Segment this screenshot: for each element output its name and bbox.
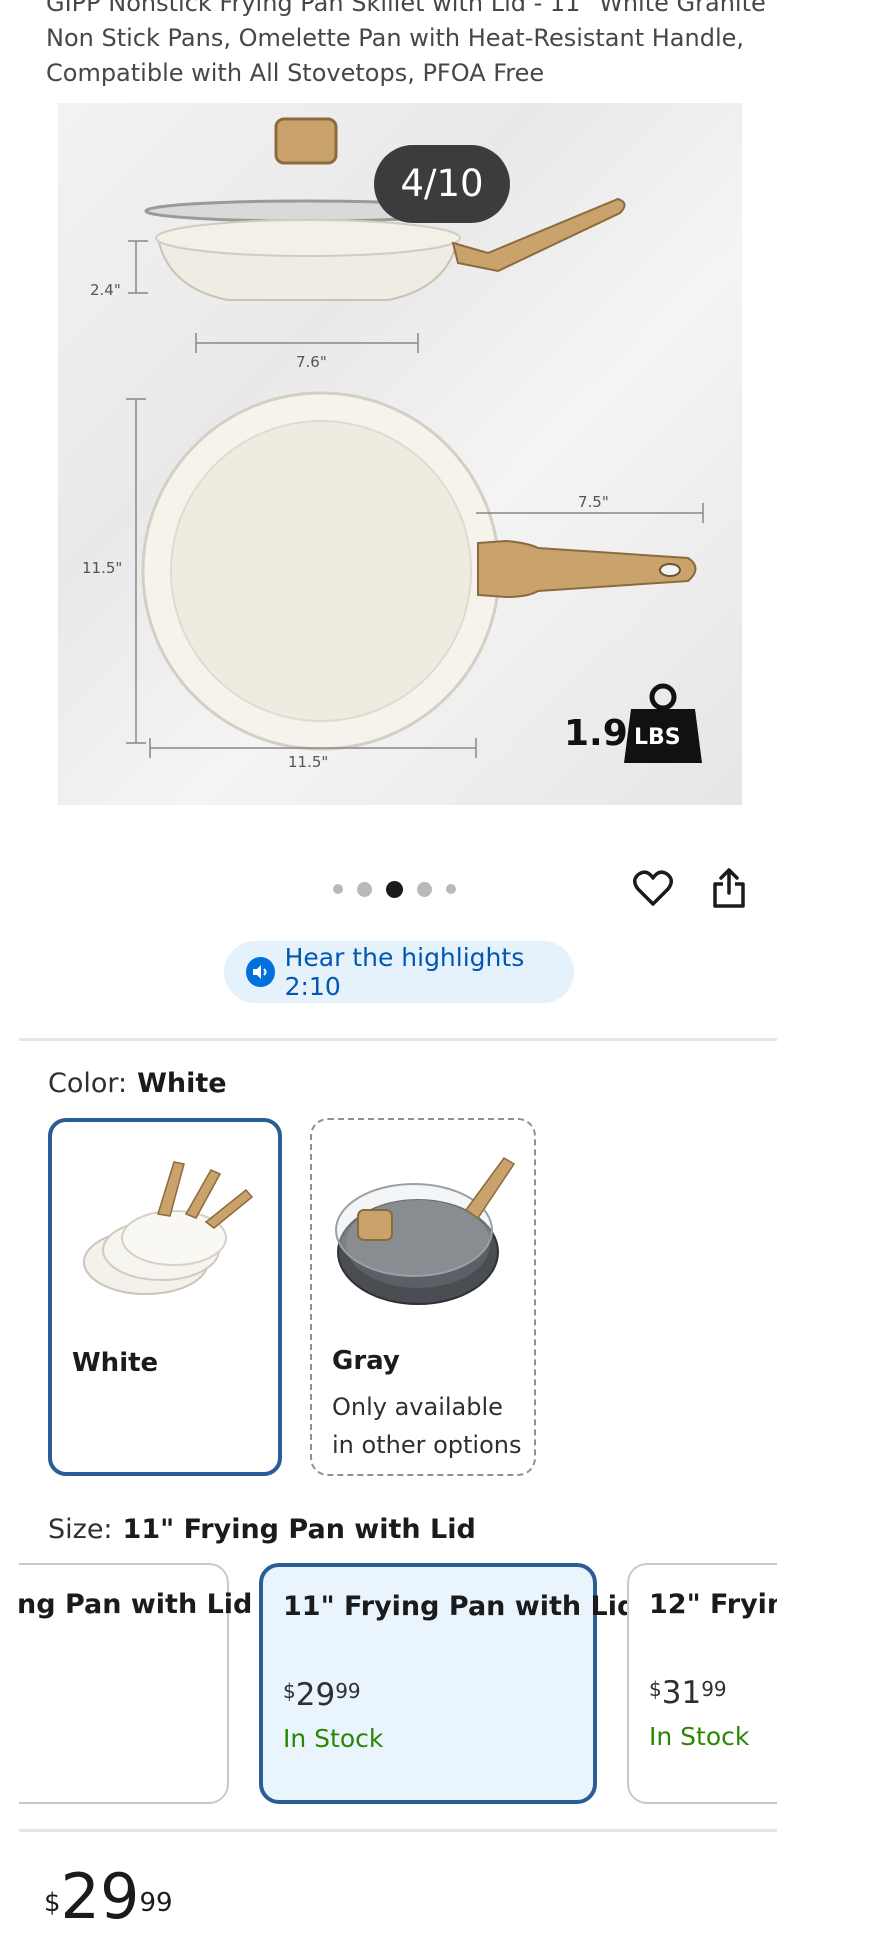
size-selected-value: 11" Frying Pan with Lid xyxy=(122,1514,476,1545)
product-title: GIPP Nonstick Frying Pan Skillet with Li… xyxy=(46,0,766,87)
size-label-text: Size: xyxy=(48,1514,113,1545)
size-option-price: $2999 xyxy=(283,1677,361,1713)
divider xyxy=(19,1829,777,1832)
stock-status: In Stock xyxy=(283,1724,384,1753)
size-option-name: 11" Frying Pan with Lid xyxy=(283,1591,637,1622)
share-icon xyxy=(713,868,745,908)
dimension-label-handle: 7.5" xyxy=(578,493,609,511)
color-option-white[interactable]: White xyxy=(48,1118,282,1476)
size-label: Size: 11" Frying Pan with Lid xyxy=(48,1514,476,1545)
dimension-label-bottom: 11.5" xyxy=(288,753,329,771)
price-cents: 99 xyxy=(701,1677,727,1701)
price-dollars: 29 xyxy=(295,1677,336,1713)
speaker-icon xyxy=(246,957,275,987)
currency-symbol: $ xyxy=(44,1888,61,1918)
carousel-dot[interactable] xyxy=(446,884,456,894)
size-option[interactable]: ng Pan with Lid xyxy=(19,1563,252,1804)
white-pans-thumbnail xyxy=(83,1161,254,1295)
color-label: Color: White xyxy=(48,1068,227,1099)
size-option-name: 12" Frying xyxy=(649,1589,777,1620)
favorite-button[interactable] xyxy=(629,864,677,912)
image-counter: 4/10 xyxy=(374,145,510,223)
hear-highlights-label: Hear the highlights 2:10 xyxy=(284,943,525,1001)
color-label-text: Color: xyxy=(48,1068,128,1099)
hear-highlights-button[interactable]: Hear the highlights 2:10 xyxy=(224,941,574,1003)
size-option-selected[interactable]: 11" Frying Pan with Lid $2999 In Stock xyxy=(259,1563,636,1804)
size-option-name: ng Pan with Lid xyxy=(19,1589,253,1620)
dimension-label-base: 7.6" xyxy=(296,353,327,371)
price-cents: 99 xyxy=(335,1679,361,1703)
product-price: $2999 xyxy=(44,1862,173,1932)
carousel-dot-active[interactable] xyxy=(386,880,403,898)
price-dollars: 31 xyxy=(661,1675,702,1711)
color-selected-value: White xyxy=(137,1068,227,1099)
carousel-dot[interactable] xyxy=(333,884,343,894)
color-option-gray[interactable]: Gray Only available in other options xyxy=(310,1118,536,1476)
share-button[interactable] xyxy=(705,864,753,912)
carousel-dots[interactable] xyxy=(333,878,456,900)
color-option-note: Only available in other options xyxy=(332,1393,522,1459)
weight-unit: LBS xyxy=(634,725,681,750)
size-option-price: $3199 xyxy=(649,1675,727,1711)
divider xyxy=(19,1038,777,1041)
dimension-label-height: 2.4" xyxy=(90,281,121,299)
stock-status: In Stock xyxy=(649,1722,750,1751)
color-option-name: Gray xyxy=(332,1346,400,1376)
heart-icon xyxy=(633,870,673,906)
gray-pan-thumbnail xyxy=(335,1157,516,1305)
price-dollars: 29 xyxy=(60,1860,140,1933)
carousel-dot[interactable] xyxy=(417,881,432,897)
carousel-dot[interactable] xyxy=(357,881,372,897)
size-options-carousel[interactable]: ng Pan with Lid 11" Frying Pan with Lid … xyxy=(19,1563,777,1808)
dimension-label-side: 11.5" xyxy=(82,559,123,577)
color-option-name: White xyxy=(72,1348,159,1378)
currency-symbol: $ xyxy=(283,1679,296,1703)
currency-symbol: $ xyxy=(649,1677,662,1701)
weight-value: 1.9 xyxy=(564,713,628,754)
size-option[interactable]: 12" Frying $3199 In Stock xyxy=(627,1563,777,1804)
price-cents: 99 xyxy=(139,1888,173,1918)
